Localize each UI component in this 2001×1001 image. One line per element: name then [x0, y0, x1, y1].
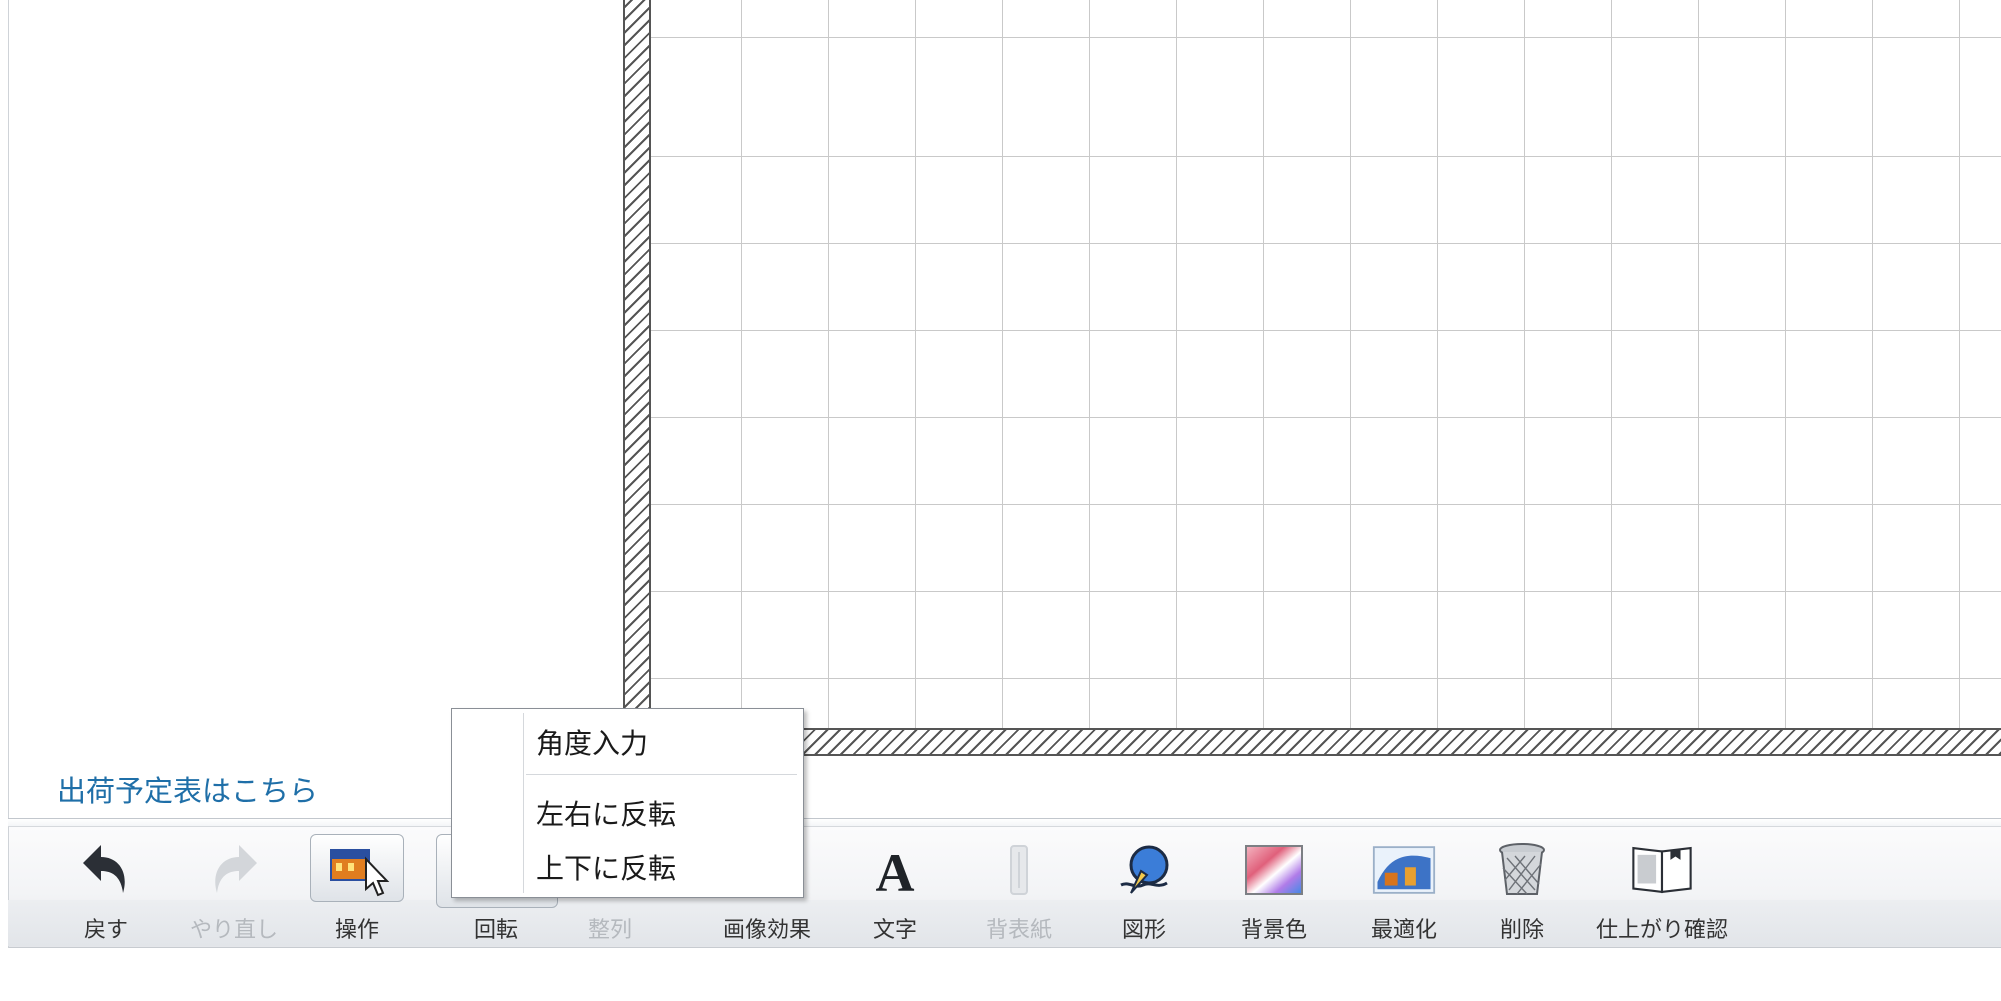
image-effect-label: 画像効果	[722, 918, 811, 943]
menu-item-flip-vertical[interactable]: 上下に反転	[536, 847, 676, 887]
svg-text:A: A	[876, 843, 915, 897]
shipping-schedule-link[interactable]: 出荷予定表はこちら	[57, 768, 318, 810]
menu-item-angle-input[interactable]: 角度入力	[536, 722, 648, 762]
text-icon: A	[863, 838, 927, 902]
rotate-label: 回転	[473, 918, 518, 943]
optimize-button[interactable]: 最適化	[1354, 832, 1454, 944]
rotate-popup-menu: 角度入力 左右に反転 上下に反転	[451, 708, 804, 898]
image-operate-icon	[310, 834, 404, 902]
shape-icon	[1112, 838, 1176, 902]
redo-icon	[202, 838, 266, 902]
optimize-label: 最適化	[1370, 918, 1437, 943]
text-button[interactable]: A 文字	[855, 832, 935, 944]
undo-icon	[74, 838, 138, 902]
background-color-button[interactable]: 背景色	[1224, 832, 1324, 944]
optimize-icon	[1372, 838, 1436, 902]
spine-icon	[987, 838, 1051, 902]
redo-label: やり直し	[189, 918, 278, 943]
spine-button[interactable]: 背表紙	[976, 832, 1062, 944]
left-panel	[8, 0, 629, 818]
shape-button[interactable]: 図形	[1104, 832, 1184, 944]
preview-book-icon	[1630, 838, 1694, 902]
preview-label: 仕上がり確認	[1595, 918, 1728, 943]
undo-button[interactable]: 戻す	[66, 832, 146, 944]
delete-button[interactable]: 削除	[1482, 832, 1562, 944]
shape-label: 図形	[1121, 918, 1166, 943]
operate-button[interactable]: 操作	[310, 832, 404, 944]
canvas-border-bottom	[623, 728, 2001, 756]
trash-icon	[1490, 838, 1554, 902]
spine-label: 背表紙	[985, 918, 1052, 943]
menu-separator	[526, 774, 797, 775]
align-label: 整列	[587, 918, 632, 943]
text-label: 文字	[872, 918, 917, 943]
background-color-icon	[1242, 838, 1306, 902]
preview-button[interactable]: 仕上がり確認	[1592, 832, 1732, 944]
background-color-label: 背景色	[1240, 918, 1307, 943]
delete-label: 削除	[1499, 918, 1544, 943]
canvas-border-left	[623, 0, 651, 735]
undo-label: 戻す	[83, 918, 128, 943]
menu-item-flip-horizontal[interactable]: 左右に反転	[536, 793, 676, 833]
operate-label: 操作	[334, 918, 379, 943]
redo-button[interactable]: やり直し	[184, 832, 284, 944]
editing-canvas[interactable]	[651, 0, 2001, 728]
menu-gutter	[523, 713, 524, 893]
